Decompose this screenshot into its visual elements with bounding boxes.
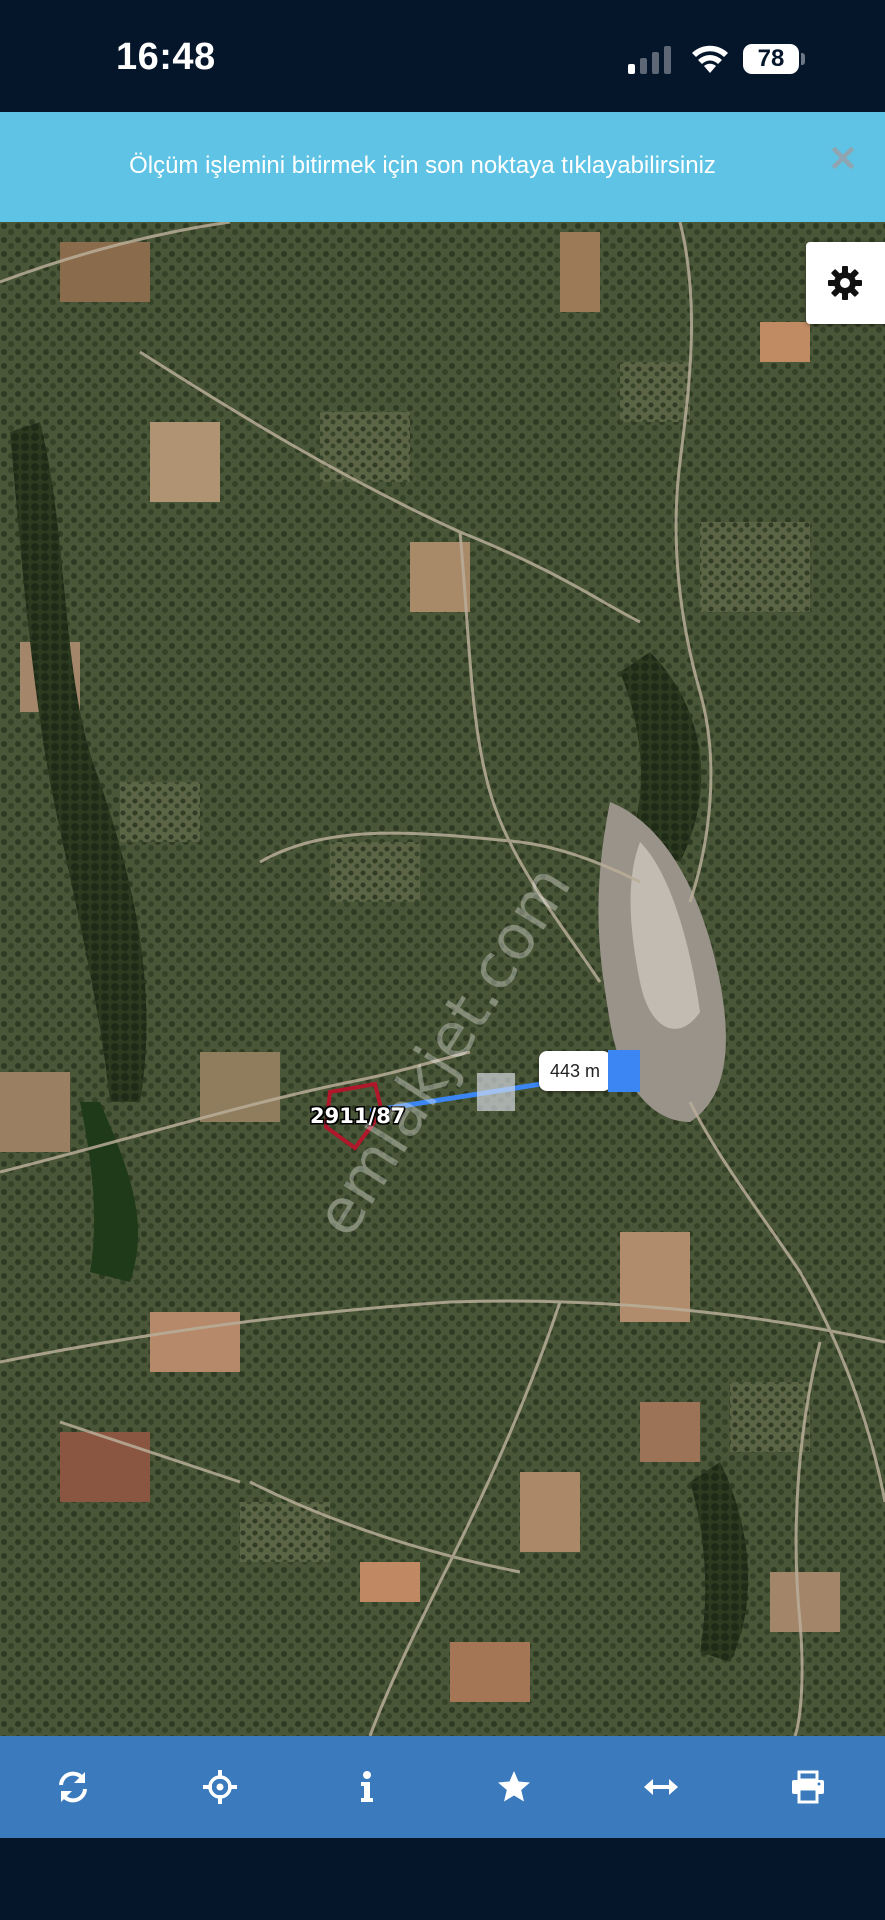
close-icon[interactable]: ✕	[826, 141, 860, 177]
battery-icon: 78	[743, 44, 799, 74]
wifi-icon	[692, 45, 728, 73]
home-indicator-area	[0, 1838, 885, 1920]
locate-button[interactable]	[147, 1736, 294, 1838]
satellite-map[interactable]: 443 m 2911/87 emlakjet.com	[0, 222, 885, 1736]
favorite-button[interactable]	[441, 1736, 588, 1838]
refresh-button[interactable]	[0, 1736, 147, 1838]
refresh-icon	[59, 1771, 87, 1803]
map-imagery	[0, 222, 885, 1736]
print-button[interactable]	[735, 1736, 882, 1838]
info-button[interactable]	[294, 1736, 441, 1838]
crosshair-icon	[203, 1770, 237, 1804]
measurement-banner: Ölçüm işlemini bitirmek için son noktaya…	[0, 112, 885, 222]
measure-button[interactable]	[588, 1736, 735, 1838]
horizontal-arrows-icon	[644, 1779, 678, 1795]
bottom-toolbar	[0, 1736, 885, 1838]
status-time: 16:48	[116, 36, 216, 78]
settings-button[interactable]	[806, 242, 885, 324]
measure-midpoint-handle[interactable]	[477, 1073, 515, 1111]
banner-message: Ölçüm işlemini bitirmek için son noktaya…	[129, 152, 716, 179]
distance-label: 443 m	[539, 1051, 611, 1091]
info-icon	[361, 1771, 373, 1802]
signal-icon	[628, 46, 671, 74]
gear-icon	[828, 266, 862, 300]
battery-tip	[801, 53, 805, 65]
status-bar: 16:48 78	[0, 0, 885, 112]
parcel-label: 2911/87	[310, 1104, 406, 1128]
measure-end-point[interactable]	[608, 1050, 640, 1092]
star-icon	[498, 1771, 530, 1802]
printer-icon	[792, 1770, 824, 1804]
